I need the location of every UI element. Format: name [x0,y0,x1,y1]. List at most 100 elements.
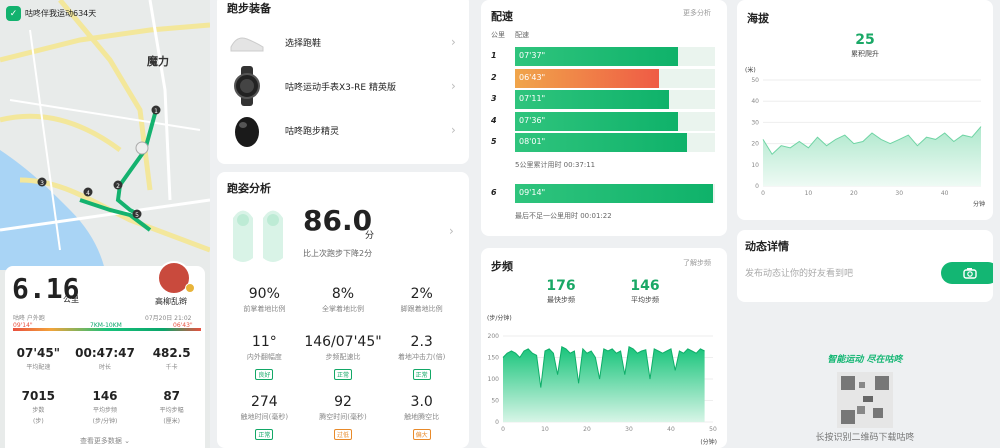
y-tick-label: 40 [751,98,759,105]
col-pace: 配速 [515,31,529,39]
max-cadence-stat: 176 最快步频 [546,278,576,304]
pace-gradient-bar [13,328,201,331]
gear-item-sensor[interactable]: 咕咚跑步精灵 › [227,110,457,150]
area-series [503,346,705,422]
post-input[interactable]: 发布动态让你的好友看到吧 [745,266,853,279]
y-tick-label: 100 [488,376,500,383]
pace-value: 06'43" [519,72,546,82]
map-place-label: 魔力 [147,54,169,68]
summary-row-1: 07'45" 平均配速 00:47:47 时长 482.5 千卡 [5,346,205,371]
x-tick-label: 40 [667,426,675,433]
vip-badge-icon [185,283,195,293]
posture-card: 跑姿分析 86.0 分 比上次跑步下降2分 › 90% 前掌着地比例 8% 全掌着地… [217,172,469,448]
steps-stat: 7015 步数 (步) [21,389,56,425]
y-tick-label: 200 [488,333,500,340]
col-km: 公里 [491,31,505,39]
chevron-right-icon: › [451,35,456,49]
km-label: 6 [491,188,497,197]
pace-track: 09'14" [515,184,715,203]
camera-button[interactable] [941,262,993,284]
status-badge: 正常 [334,369,353,380]
chevron-down-icon: ⌄ [124,437,131,445]
cadence-chart: 200 150 100 50 00 10 20 30 40 50 (步/分钟) (分钟) [487,314,717,446]
y-axis-unit: (米) [745,66,756,74]
status-badge: 正常 [255,429,274,440]
pace-row: 4 07'36" [491,111,715,131]
score-compare: 比上次跑步下降2分 [303,249,373,258]
pace-value: 09'14" [519,188,546,197]
more-data-link[interactable]: 查看更多数据 ⌄ [5,436,205,446]
feed-title: 动态详情 [745,240,789,253]
posture-row-3: 274 触地时间(毫秒) 正常 92 腾空时间(毫秒) 过低 3.0 触地腾空比 偏大 [240,394,440,440]
pace-track: 08'01" [515,133,715,152]
km-label: 3 [491,94,497,103]
x-tick-label: 50 [709,426,717,433]
y-tick-label: 30 [751,119,759,126]
avg-pace-stat: 07'45" 平均配速 [16,346,60,371]
avg-stride-stat: 87 平均步幅 (厘米) [159,389,184,425]
y-tick-label: 20 [751,141,759,148]
pace-track: 07'37" [515,47,715,66]
app-header: ✓ 咕咚伴我运动634天 [6,6,96,21]
elevation-gain-stat: 25 累积爬升 [851,32,879,58]
posture-row-2: 11° 内外翻幅度 良好 146/07'45" 步频配速比 正常 2.3 着地冲击力(倍)… [246,334,446,380]
x-tick-label: 0 [761,190,765,197]
camera-icon [963,268,977,279]
run-report: 1 2 3 4 5 魔力 ✓ 咕咚伴我运动634天 6.16 公里 高柳乱辫 咕… [0,0,1000,448]
pace-title: 配速 [491,10,513,23]
x-tick-label: 20 [583,426,591,433]
watch-icon [234,66,260,106]
gear-card: 跑步装备 选择跑鞋 › 咕咚运动手表X3-RE 精英版 › 咕咚跑步精灵 › [217,0,469,164]
chevron-right-icon[interactable]: › [449,224,454,238]
pace-row: 5 08'01" [491,133,715,152]
learn-cadence-link[interactable]: 了解步频 [683,258,711,268]
more-analysis-link[interactable]: 更多分析 [683,8,711,18]
posture-title: 跑姿分析 [227,182,271,195]
km-label: 2 [491,72,497,82]
area-series [763,126,981,186]
gear-item-shoe[interactable]: 选择跑鞋 › [227,22,457,62]
status-badge: 良好 [255,369,274,380]
route-map[interactable]: 1 2 3 4 5 魔力 ✓ 咕咚伴我运动634天 6.16 公里 高柳乱辫 咕… [0,0,210,448]
km-label: 4 [491,115,497,125]
run-date: 07月20日 21:02 [145,315,192,322]
svg-text:1: 1 [154,108,158,115]
score-unit: 分 [365,231,375,241]
elevation-card: 海拔 25 累积爬升 50 40 30 20 10 0 0 10 20 30 40 (米) 分钟 [737,0,993,220]
pace-row: 2 06'43" [491,68,715,88]
foot-icon [233,210,283,262]
start-icon [135,141,149,155]
pace-card: 配速 更多分析 公里 配速 1 07'37" 2 06'43" 3 07'11" 4 07'3… [481,0,727,236]
y-tick-label: 0 [495,419,499,426]
chevron-right-icon: › [451,79,456,93]
duration-stat: 00:47:47 时长 [75,346,135,371]
status-badge: 过低 [334,429,353,440]
sport-type: 咕咚 户外跑 [13,315,45,322]
feed-card: 动态详情 发布动态让你的好友看到吧 [737,230,993,302]
svg-text:5: 5 [135,212,139,219]
pace-row: 3 07'11" [491,90,715,109]
pace-track: 06'43" [515,68,715,88]
pace-row: 1 07'37" [491,47,715,66]
y-tick-label: 50 [751,77,759,84]
km-label: 1 [491,51,497,60]
x-tick-label: 10 [805,190,813,197]
user-name: 高柳乱辫 [155,297,187,306]
chevron-right-icon: › [451,123,456,137]
y-tick-label: 150 [488,355,500,362]
shoe-icon [230,37,264,52]
elevation-title: 海拔 [747,12,769,25]
distance-unit: 公里 [63,295,79,304]
y-tick-label: 0 [755,183,759,190]
five-km-total: 5公里累计用时 00:37:11 [515,161,596,169]
y-tick-label: 50 [491,398,499,405]
gear-title: 跑步装备 [227,2,271,15]
last-note: 最后不足一公里用时 00:01:22 [515,212,612,220]
x-axis-unit: 分钟 [973,200,985,208]
gear-item-watch[interactable]: 咕咚运动手表X3-RE 精英版 › [227,66,457,106]
posture-row-1: 90% 前掌着地比例 8% 全掌着地比例 2% 脚跟着地比例 [243,286,443,313]
cadence-card: 步频 了解步频 176 最快步频 146 平均步频 200 150 100 50 0 0 10 2… [481,248,727,448]
pace-track: 07'11" [515,90,715,109]
qr-code-image[interactable] [837,372,893,428]
promo-area: 智能运动 尽在咕咚 长按识别二维码下载咕咚 [737,340,993,448]
